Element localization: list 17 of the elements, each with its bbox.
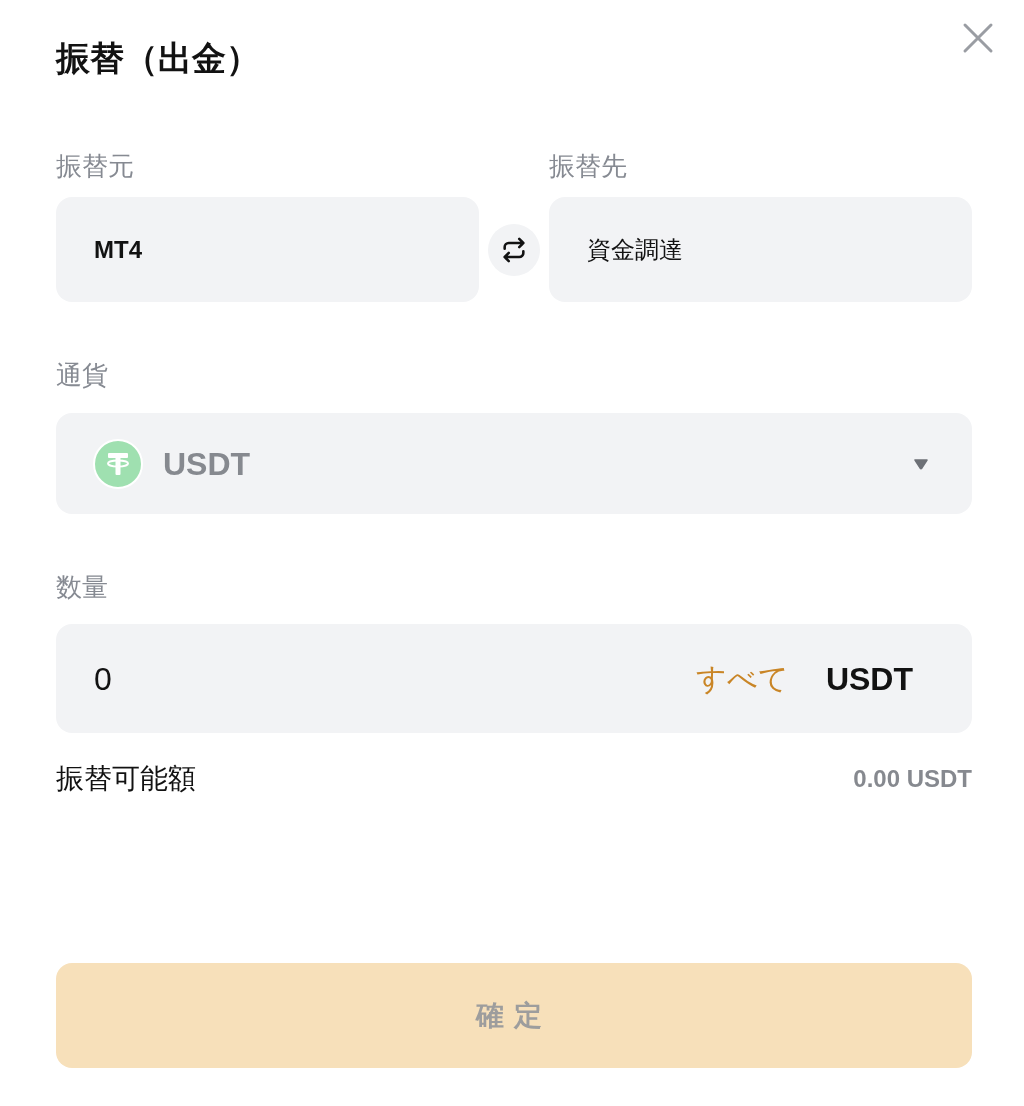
dialog-title: 振替（出金） — [56, 38, 260, 79]
to-label: 振替先 — [549, 150, 627, 183]
from-account-field[interactable]: MT4 — [56, 197, 479, 302]
from-label: 振替元 — [56, 150, 134, 183]
amount-label: 数量 — [56, 571, 108, 604]
amount-field[interactable]: 0 すべて USDT — [56, 624, 972, 733]
to-account-field[interactable]: 資金調達 — [549, 197, 972, 302]
currency-label: 通貨 — [56, 359, 108, 392]
amount-unit: USDT — [825, 659, 913, 699]
swap-icon — [500, 235, 528, 264]
amount-input[interactable]: 0 — [94, 656, 684, 701]
caret-icon — [913, 457, 929, 470]
coin-icon — [93, 438, 143, 489]
available-amount: 0.00 USDT — [853, 764, 972, 794]
close-button[interactable] — [962, 22, 994, 54]
available-label: 振替可能額 — [56, 762, 196, 796]
close-icon — [962, 22, 994, 54]
